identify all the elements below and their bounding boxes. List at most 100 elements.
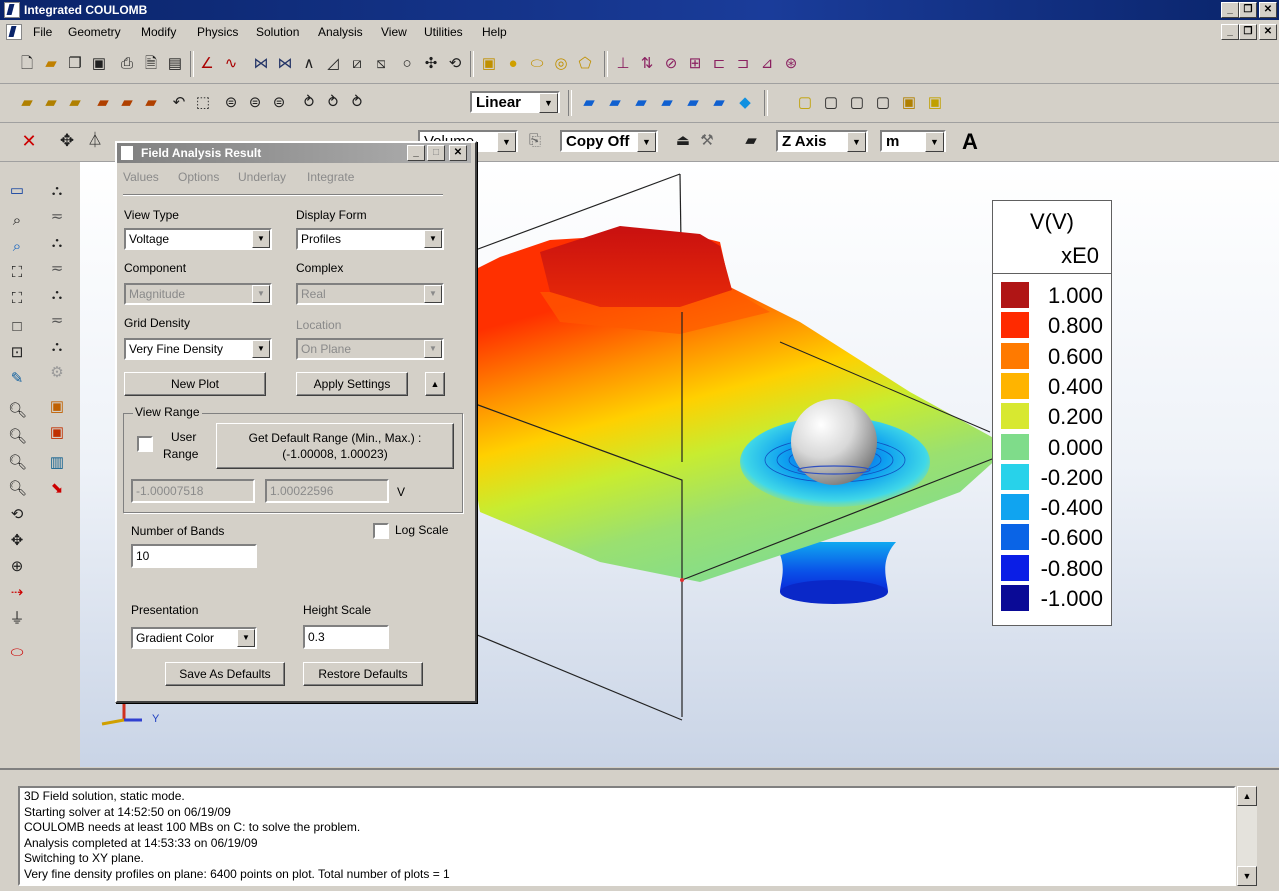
cube-icon[interactable]: ▣ <box>480 55 498 73</box>
pencil-icon[interactable]: ✎ <box>8 370 26 388</box>
grid-density-select[interactable]: Very Fine Density ▼ <box>124 338 272 360</box>
hidden-line-icon[interactable]: ▢ <box>848 94 866 112</box>
view-type-select[interactable]: Voltage ▼ <box>124 228 272 250</box>
transparent-icon[interactable]: ▣ <box>926 94 944 112</box>
copy-icon[interactable]: ❐ <box>66 55 84 73</box>
material-8-icon[interactable]: ⚙ <box>48 364 66 382</box>
user-range-checkbox[interactable] <box>137 436 153 452</box>
rotate-view-icon[interactable]: ⟲ <box>8 506 26 524</box>
cylinder-icon[interactable]: ⬭ <box>528 55 546 73</box>
menu-geometry[interactable]: Geometry <box>68 25 121 39</box>
field-icon[interactable]: ⇅ <box>638 55 656 73</box>
bands-field[interactable]: 10 <box>131 544 257 568</box>
layer3-icon[interactable]: ⊜ <box>270 94 288 112</box>
view-top-icon[interactable]: ▰ <box>684 94 702 112</box>
interpolation-select[interactable]: Linear ▼ <box>470 91 560 113</box>
apply-settings-button[interactable]: Apply Settings <box>296 372 408 396</box>
wire-icon[interactable]: ▢ <box>822 94 840 112</box>
menu-solution[interactable]: Solution <box>256 25 299 39</box>
layer2-icon[interactable]: ⊜ <box>246 94 264 112</box>
copy-mode-select[interactable]: Copy Off ▼ <box>560 130 658 152</box>
block-stack-icon[interactable]: ▰ <box>42 94 60 112</box>
point-select-icon[interactable]: ⊡ <box>8 344 26 362</box>
face-icon[interactable]: ⬚ <box>194 94 212 112</box>
dialog-close-button[interactable]: ✕ <box>449 145 467 161</box>
tools-icon[interactable]: ⚒ <box>698 132 716 150</box>
shade-edge-icon[interactable]: ▣ <box>900 94 918 112</box>
mesh-delete-icon[interactable]: ▰ <box>118 94 136 112</box>
open-folder-icon[interactable]: ▰ <box>42 55 60 73</box>
delete-icon[interactable]: ✕ <box>20 132 38 150</box>
box-tool-icon[interactable]: ⧅ <box>372 55 390 73</box>
chevron-down-icon[interactable]: ▼ <box>252 340 270 358</box>
menu-view[interactable]: View <box>381 25 407 39</box>
current-icon[interactable]: ⊏ <box>710 55 728 73</box>
text-tool-icon[interactable]: A <box>962 129 978 155</box>
doc-restore-button[interactable]: ❐ <box>1239 24 1257 40</box>
component-select[interactable]: Magnitude ▼ <box>124 283 272 305</box>
chevron-down-icon[interactable]: ▼ <box>925 132 944 152</box>
paste-icon[interactable]: ⎘ <box>526 132 544 150</box>
arc-tool-icon[interactable]: ⟲ <box>446 55 464 73</box>
dialog-title-bar[interactable]: Field Analysis Result _ □ ✕ <box>117 143 471 163</box>
presentation-select[interactable]: Gradient Color ▼ <box>131 627 257 649</box>
square-tool-icon[interactable]: ⧄ <box>348 55 366 73</box>
polyline-alt-icon[interactable]: ⋈ <box>276 55 294 73</box>
menu-file[interactable]: File <box>33 25 52 39</box>
axis-select[interactable]: Z Axis ▼ <box>776 130 868 152</box>
document-icon[interactable] <box>6 24 22 40</box>
doc-close-button[interactable]: ✕ <box>1259 24 1277 40</box>
chevron-down-icon[interactable]: ▼ <box>424 340 442 358</box>
mirror-icon[interactable]: ⏃ <box>86 132 104 150</box>
box-select-icon[interactable]: □ <box>8 318 26 336</box>
complex-select[interactable]: Real ▼ <box>296 283 444 305</box>
analysis-icon[interactable]: ⊿ <box>758 55 776 73</box>
block-icon[interactable]: ▰ <box>18 94 36 112</box>
height-scale-field[interactable]: 0.3 <box>303 625 389 649</box>
view-iso-icon[interactable]: ◆ <box>736 94 754 112</box>
notes-icon[interactable]: ▤ <box>166 55 184 73</box>
collapse-button[interactable]: ▲ <box>425 372 445 396</box>
circle-tool-icon[interactable]: ○ <box>398 55 416 73</box>
rotate-icon[interactable]: ↶ <box>170 94 188 112</box>
app-icon[interactable] <box>4 2 20 18</box>
material-6-icon[interactable]: ≂ <box>48 312 66 330</box>
measure-icon[interactable]: ⏚ <box>8 610 26 628</box>
mesh-icon[interactable]: ▰ <box>94 94 112 112</box>
triangle-icon[interactable]: ◿ <box>324 55 342 73</box>
zoom-window-icon[interactable]: ⌕ <box>8 212 26 230</box>
chevron-down-icon[interactable]: ▼ <box>847 132 866 152</box>
line-tool-icon[interactable]: ∠ <box>198 55 216 73</box>
doc-minimize-button[interactable]: _ <box>1221 24 1239 40</box>
print-preview-icon[interactable]: 🗎 <box>142 55 160 73</box>
restore-button[interactable]: ❐ <box>1239 2 1257 18</box>
result-3-icon[interactable]: ▥ <box>48 454 66 472</box>
dialog-menu-values[interactable]: Values <box>123 170 159 184</box>
sphere-icon[interactable]: ● <box>504 55 522 73</box>
restore-defaults-button[interactable]: Restore Defaults <box>303 662 423 686</box>
stamp-icon[interactable]: ⏏ <box>674 132 692 150</box>
default-range-button[interactable]: Get Default Range (Min., Max.) : (-1.000… <box>216 423 454 469</box>
save-icon[interactable]: ▣ <box>90 55 108 73</box>
result-2-icon[interactable]: ▣ <box>48 424 66 442</box>
chevron-down-icon[interactable]: ▼ <box>497 132 516 152</box>
view-left-icon[interactable]: ▰ <box>632 94 650 112</box>
zoom-in-icon[interactable]: 🔍︎ <box>8 402 27 420</box>
minimize-button[interactable]: _ <box>1221 2 1239 18</box>
console-text[interactable]: 3D Field solution, static mode. Starting … <box>18 786 1236 886</box>
menu-help[interactable]: Help <box>482 25 507 39</box>
material-5-icon[interactable]: ⛬ <box>48 286 66 304</box>
layer-icon[interactable]: ⊜ <box>222 94 240 112</box>
log-scale-checkbox[interactable] <box>373 523 389 539</box>
material-7-icon[interactable]: ⛬ <box>48 338 66 356</box>
console-scrollbar[interactable]: ▲ ▼ <box>1237 786 1257 886</box>
angle-icon[interactable]: ∧ <box>300 55 318 73</box>
render-icon[interactable]: ▢ <box>796 94 814 112</box>
step3-icon[interactable]: ⥁ <box>348 94 366 112</box>
snap-icon[interactable]: ⇢ <box>8 584 26 602</box>
new-file-icon[interactable]: 🗋 <box>18 55 36 73</box>
shade-icon[interactable]: ▢ <box>874 94 892 112</box>
layers-icon[interactable]: ▰ <box>742 132 760 150</box>
torus-icon[interactable]: ◎ <box>552 55 570 73</box>
dialog-menu-options[interactable]: Options <box>178 170 219 184</box>
